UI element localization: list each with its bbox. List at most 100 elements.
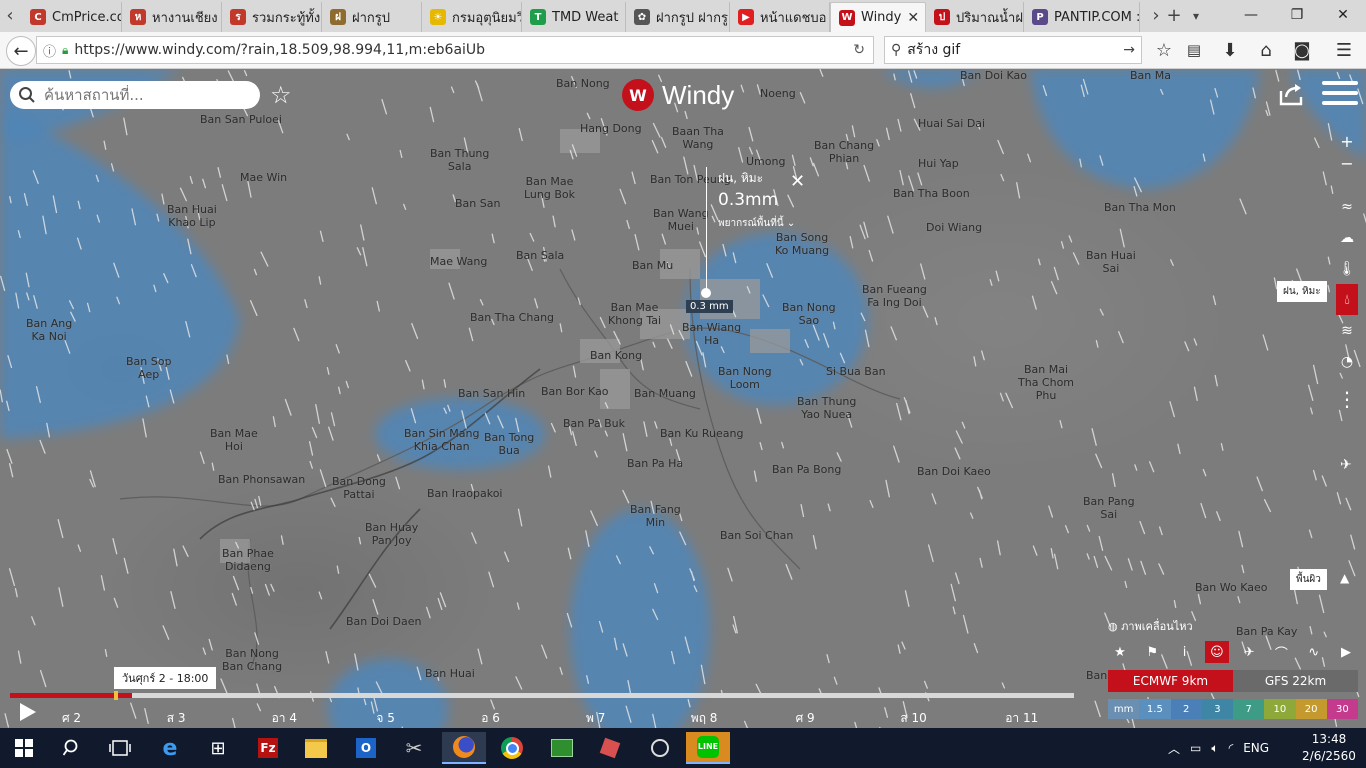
place-search-box[interactable]: [10, 81, 260, 109]
timeline-day[interactable]: พฤ 8: [691, 709, 718, 728]
place-label[interactable]: Ban Thung Yao Nuea: [797, 395, 856, 421]
share-icon[interactable]: [1278, 81, 1304, 107]
browser-tab[interactable]: ร รวมกระทู้ทั้ง: [222, 2, 322, 32]
place-label[interactable]: Ban Chang Phian: [814, 139, 874, 165]
place-label[interactable]: Noeng: [760, 87, 796, 100]
browser-search-text[interactable]: สร้าง gif: [907, 39, 960, 61]
place-label[interactable]: Ban San: [455, 197, 500, 210]
task-view-icon[interactable]: [98, 732, 142, 764]
temperature-layer-icon[interactable]: 🌡︎: [1336, 253, 1358, 284]
wind-layer-icon[interactable]: ≈: [1336, 191, 1358, 222]
tab-scroll-left-icon[interactable]: ‹: [0, 0, 20, 32]
place-label[interactable]: Mae Win: [240, 171, 287, 184]
place-label[interactable]: Ban Dong Pattai: [332, 475, 386, 501]
place-label[interactable]: Umong: [746, 155, 785, 168]
more-layers-icon[interactable]: ⋮: [1336, 377, 1358, 421]
place-label[interactable]: Ban Tha Mon: [1104, 201, 1176, 214]
wifi-icon[interactable]: ◜: [1229, 741, 1234, 755]
legend-unit[interactable]: mm: [1108, 699, 1140, 719]
place-label[interactable]: Ban Huay Pan Joy: [365, 521, 418, 547]
green-app-icon[interactable]: [540, 732, 584, 764]
chrome-icon[interactable]: [490, 732, 534, 764]
reload-icon[interactable]: ↻: [853, 42, 865, 58]
place-label[interactable]: Ban Tong Bua: [484, 431, 534, 457]
place-label[interactable]: Ban Pa Ha: [627, 457, 683, 470]
reading-list-icon[interactable]: ▤: [1180, 36, 1208, 64]
edge-browser-icon[interactable]: e: [148, 732, 192, 764]
airport-icon[interactable]: ✈: [1340, 457, 1352, 473]
zoom-out-button[interactable]: −: [1336, 153, 1358, 175]
pocket-icon[interactable]: ◙: [1288, 36, 1316, 64]
place-label[interactable]: Ban Doi Daen: [346, 615, 421, 628]
altitude-icon[interactable]: ▲: [1340, 571, 1349, 585]
flag-icon[interactable]: ⚑: [1140, 641, 1164, 663]
place-label[interactable]: Hui Yap: [918, 157, 959, 170]
place-label[interactable]: Ban Ku Rueang: [660, 427, 743, 440]
url-text[interactable]: https://www.windy.com/?rain,18.509,98.99…: [74, 42, 485, 58]
place-label[interactable]: Ban Muang: [634, 387, 696, 400]
home-icon[interactable]: ⌂: [1252, 36, 1280, 64]
place-label[interactable]: Ban Pang Sai: [1083, 495, 1135, 521]
browser-tab[interactable]: ห หางานเชียง: [122, 2, 222, 32]
timeline-track[interactable]: [10, 693, 1074, 698]
info-icon[interactable]: ⓘ: [43, 41, 56, 60]
place-label[interactable]: Ban Sin Mang Khia Chan: [404, 427, 479, 453]
video-camera-icon[interactable]: ▶: [1334, 641, 1358, 663]
bookmark-star-icon[interactable]: ☆: [1150, 36, 1178, 64]
place-label[interactable]: Ban Phonsawan: [218, 473, 305, 486]
red-app-icon[interactable]: [588, 732, 632, 764]
timeline-day[interactable]: ศ 9: [796, 709, 815, 728]
place-label[interactable]: Ban Nong: [556, 77, 610, 90]
place-label[interactable]: Ban Pa Bong: [772, 463, 841, 476]
timeline-day[interactable]: ศ 2: [62, 709, 81, 728]
menu-icon[interactable]: ☰: [1330, 36, 1358, 64]
place-label[interactable]: Baan Tha Wang: [672, 125, 724, 151]
place-label[interactable]: Ban Sop Aep: [126, 355, 171, 381]
filezilla-icon[interactable]: Fz: [246, 732, 290, 764]
close-window-icon[interactable]: ✕: [1320, 0, 1366, 32]
browser-tab[interactable]: T TMD Weat: [522, 2, 626, 32]
timeline-day[interactable]: พ 7: [586, 709, 605, 728]
browser-tab[interactable]: C CmPrice.co: [22, 2, 122, 32]
tab-scroll-right-icon[interactable]: ›: [1146, 0, 1166, 32]
paraglider-icon[interactable]: ⌒: [1269, 641, 1293, 663]
place-label[interactable]: Si Bua Ban: [826, 365, 886, 378]
browser-tab[interactable]: ป ปริมาณน้ำฝ: [926, 2, 1024, 32]
place-label[interactable]: Ban Kong: [590, 349, 642, 362]
new-tab-icon[interactable]: +: [1164, 0, 1184, 32]
place-label[interactable]: Ban Mae Lung Bok: [524, 175, 575, 201]
language-indicator[interactable]: ENG: [1243, 741, 1269, 755]
animation-toggle[interactable]: ◍ ภาพเคลื่อนไหว: [1108, 617, 1193, 635]
place-label[interactable]: Ban Doi Kaeo: [917, 465, 991, 478]
waves-layer-icon[interactable]: ☁: [1336, 222, 1358, 253]
place-label[interactable]: Mae Wang: [430, 255, 487, 268]
timeline-day[interactable]: ส 10: [900, 709, 926, 728]
outlook-icon[interactable]: O: [344, 732, 388, 764]
tab-list-icon[interactable]: ▾: [1186, 0, 1206, 32]
plane-icon[interactable]: ✈: [1237, 641, 1261, 663]
place-label[interactable]: Huai Sai Dai: [918, 117, 985, 130]
surf-icon[interactable]: ∿: [1302, 641, 1326, 663]
line-app-icon[interactable]: LINE: [686, 732, 730, 764]
popup-pin-dot[interactable]: [701, 288, 711, 298]
search-go-icon[interactable]: →: [1123, 42, 1135, 58]
rain-layer-icon[interactable]: 💧︎: [1336, 284, 1358, 315]
place-label[interactable]: Ban Tha Chang: [470, 311, 554, 324]
browser-tab[interactable]: P PANTIP.COM :: [1024, 2, 1140, 32]
tab-close-icon[interactable]: ✕: [907, 10, 919, 26]
app-tool-icon[interactable]: ✂: [392, 732, 436, 764]
main-menu-icon[interactable]: [1322, 81, 1358, 109]
place-label[interactable]: Ban Wiang Ha: [682, 321, 741, 347]
place-label[interactable]: Ban San Puloei: [200, 113, 282, 126]
favorites-star-icon[interactable]: ☆: [270, 83, 292, 107]
timeline-day[interactable]: อ 6: [481, 709, 500, 728]
webcam-head-icon[interactable]: ☺: [1204, 641, 1229, 663]
file-explorer-icon[interactable]: [294, 732, 338, 764]
place-label[interactable]: Ban Mai Tha Chom Phu: [1018, 363, 1074, 402]
tray-expand-icon[interactable]: ︿: [1168, 740, 1180, 757]
place-label[interactable]: Ban San Hin: [458, 387, 525, 400]
store-icon[interactable]: ⊞: [196, 732, 240, 764]
clock[interactable]: 13:48 2/6/2560: [1300, 731, 1358, 765]
timeline-day[interactable]: อา 4: [272, 709, 297, 728]
place-label[interactable]: Ban Doi Kao: [960, 69, 1027, 82]
